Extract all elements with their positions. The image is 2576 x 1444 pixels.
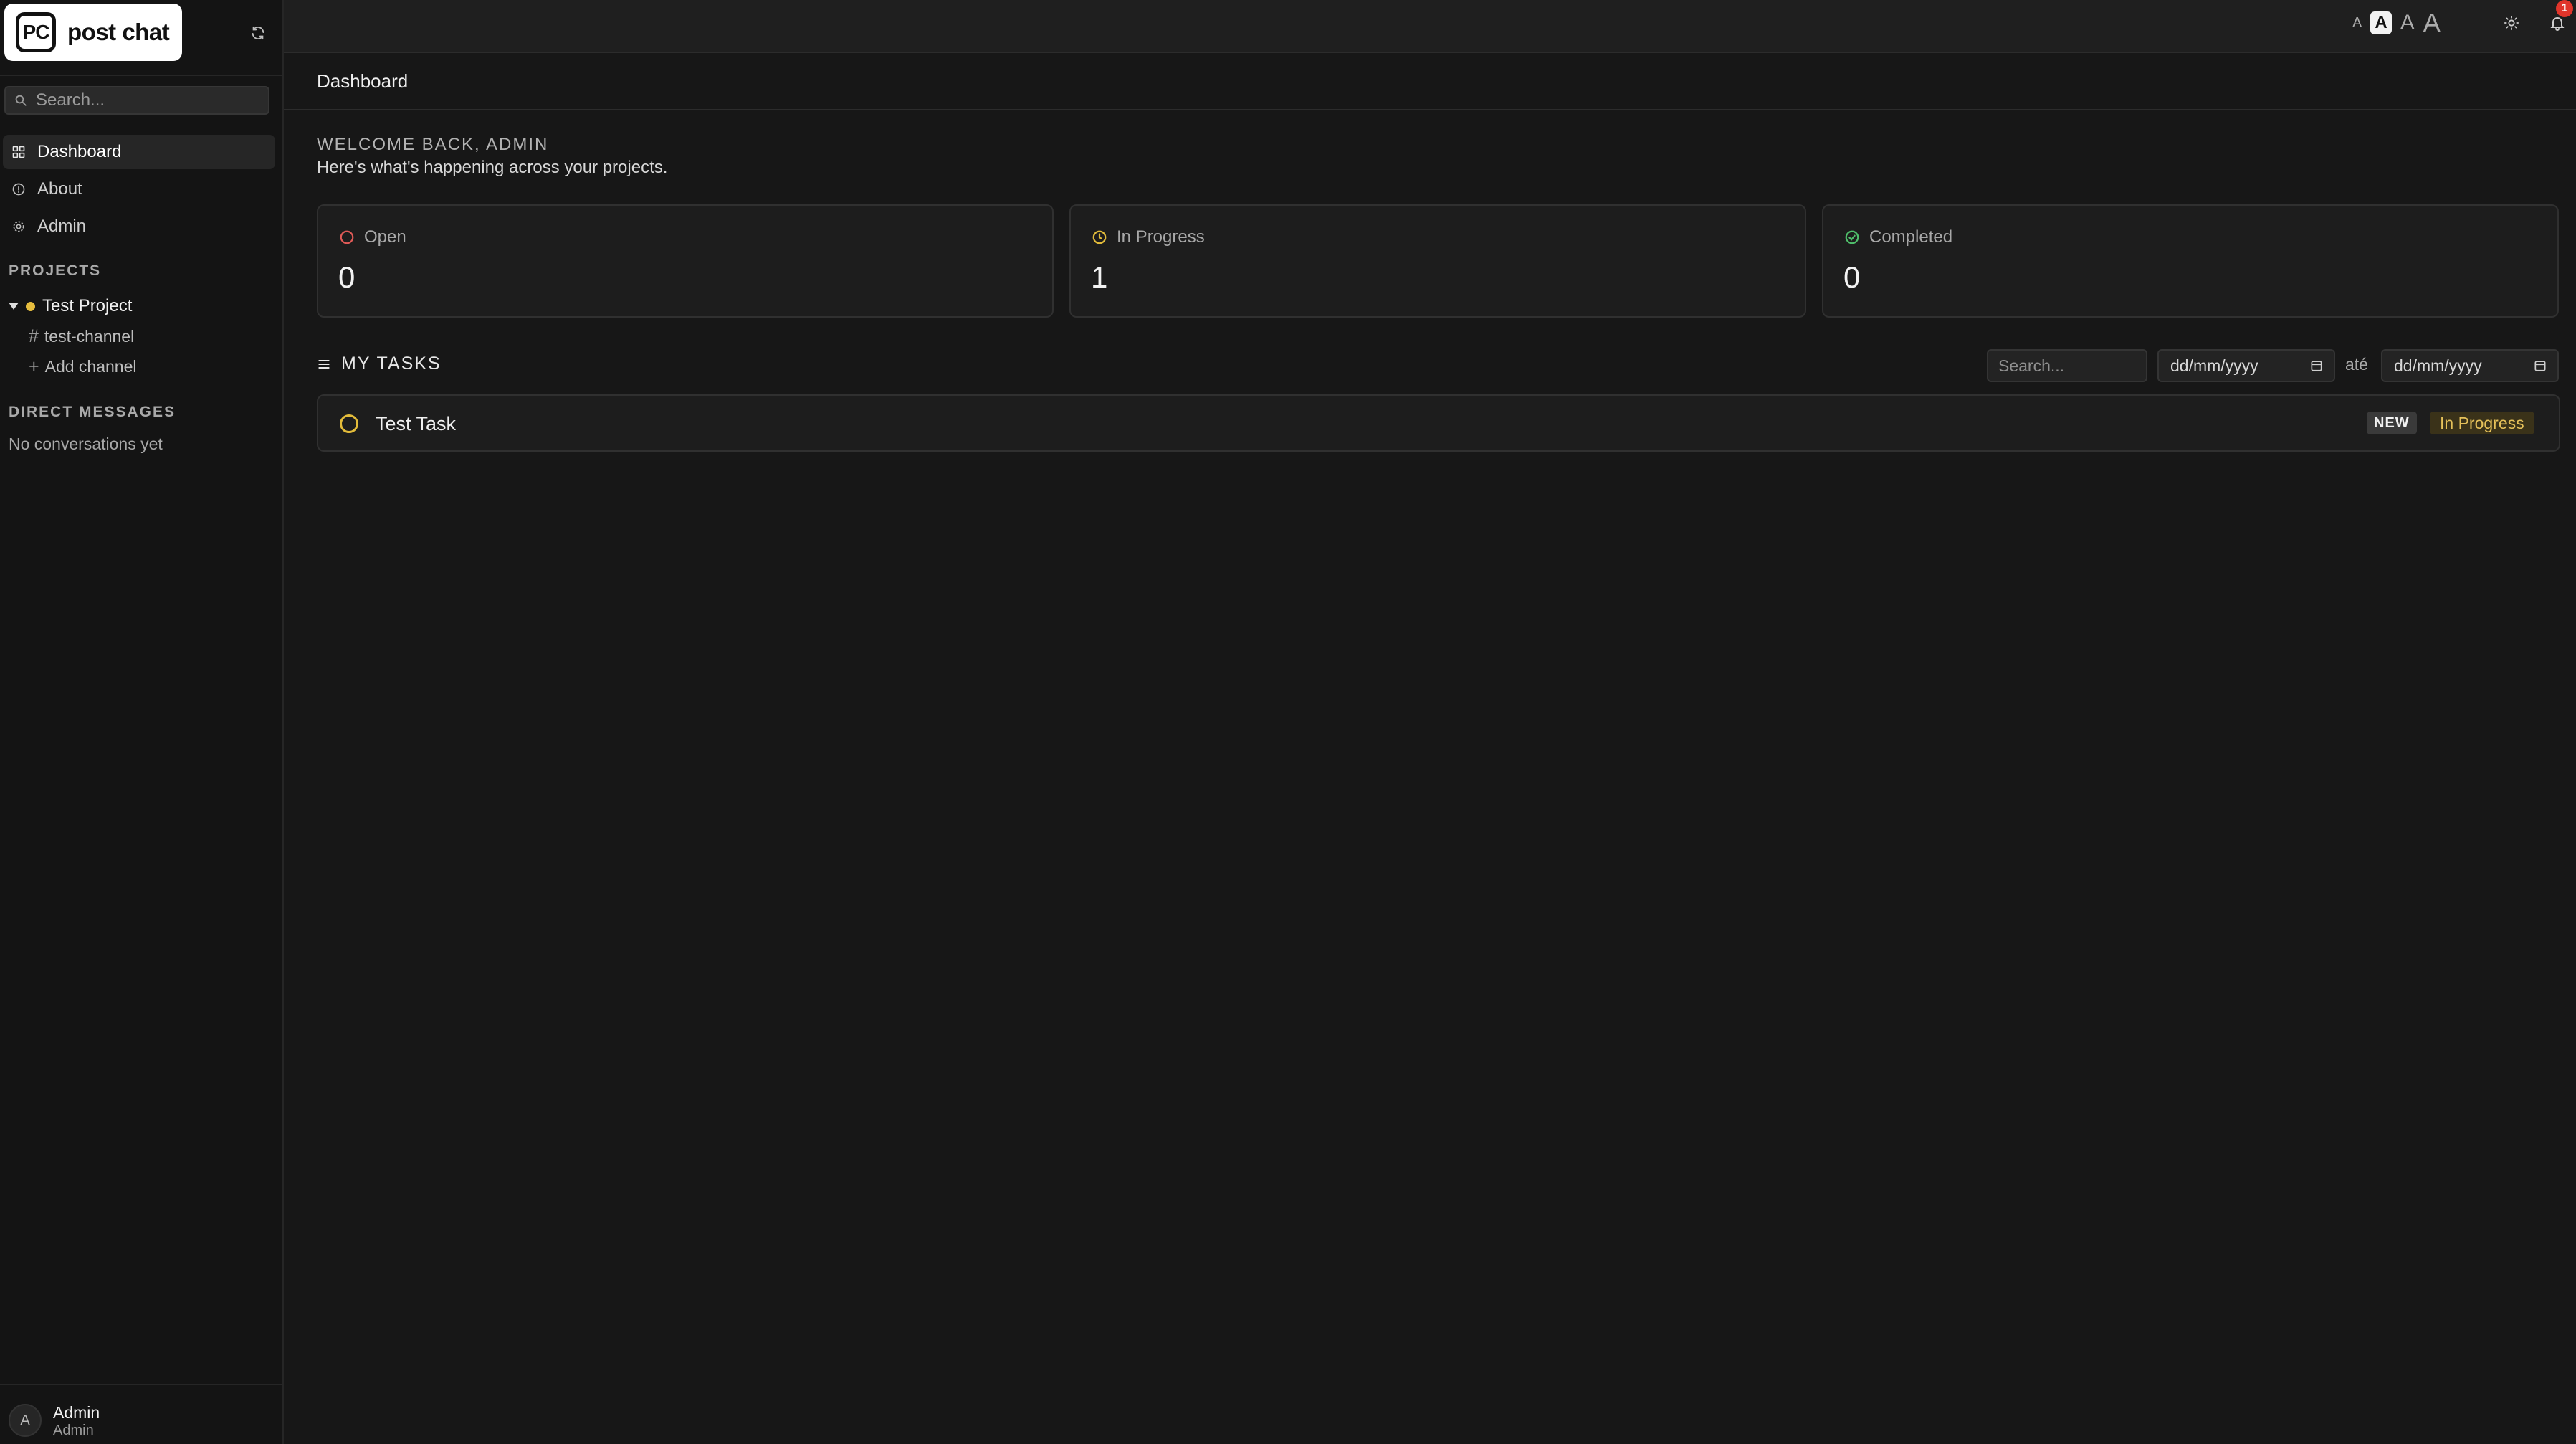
welcome-heading: WELCOME BACK, ADMIN bbox=[317, 135, 549, 154]
check-circle-icon bbox=[1843, 229, 1861, 246]
task-status-circle-icon bbox=[340, 414, 358, 433]
search-icon bbox=[15, 95, 27, 106]
sidebar-item-label: About bbox=[37, 179, 82, 199]
task-search-input[interactable] bbox=[1987, 349, 2147, 382]
stat-label: Open bbox=[364, 227, 406, 247]
stat-label: Completed bbox=[1869, 227, 1953, 247]
date-from-placeholder: dd/mm/yyyy bbox=[2170, 356, 2258, 375]
top-bar bbox=[284, 0, 2576, 53]
task-title: Test Task bbox=[376, 413, 457, 434]
stat-card-header: In Progress bbox=[1091, 227, 1205, 247]
logo-mark: PC bbox=[16, 12, 56, 52]
sidebar-divider bbox=[0, 75, 282, 76]
info-icon bbox=[10, 181, 27, 198]
stat-card-header: Completed bbox=[1843, 227, 1952, 247]
sidebar-item-label: Admin bbox=[37, 217, 87, 236]
circle-icon bbox=[338, 229, 356, 246]
user-name: Admin bbox=[53, 1403, 100, 1422]
welcome-subtitle: Here's what's happening across your proj… bbox=[317, 158, 668, 177]
user-role: Admin bbox=[53, 1422, 94, 1438]
sidebar-divider bbox=[0, 1384, 282, 1385]
plus-icon: + bbox=[29, 356, 39, 376]
my-tasks-heading: MY TASKS bbox=[317, 353, 442, 374]
user-info: Admin Admin bbox=[53, 1402, 100, 1438]
sidebar-item-dashboard[interactable]: Dashboard bbox=[3, 135, 275, 169]
refresh-icon bbox=[252, 26, 264, 40]
refresh-button[interactable] bbox=[245, 20, 271, 46]
projects-section-label: PROJECTS bbox=[9, 262, 102, 279]
sidebar-item-admin[interactable]: Admin bbox=[3, 209, 275, 244]
channel-name: test-channel bbox=[44, 326, 135, 346]
stat-value: 0 bbox=[1843, 260, 1861, 294]
date-to-field[interactable]: dd/mm/yyyy bbox=[2381, 349, 2559, 382]
status-badge: In Progress bbox=[2430, 412, 2534, 434]
clock-icon bbox=[1091, 229, 1108, 246]
notification-badge: 1 bbox=[2556, 0, 2573, 17]
channel-item-test-channel[interactable]: # test-channel bbox=[29, 324, 134, 348]
date-to-placeholder: dd/mm/yyyy bbox=[2394, 356, 2482, 375]
sidebar-item-about[interactable]: About bbox=[3, 172, 275, 206]
sun-icon bbox=[2504, 15, 2519, 31]
project-name: Test Project bbox=[42, 296, 133, 315]
stat-card-header: Open bbox=[338, 227, 406, 247]
grid-icon bbox=[10, 143, 27, 161]
caret-down-icon[interactable] bbox=[9, 303, 19, 310]
font-size-small-button[interactable]: A bbox=[2352, 10, 2362, 36]
no-conversations-text: No conversations yet bbox=[9, 434, 163, 453]
user-profile[interactable]: A Admin Admin bbox=[9, 1402, 100, 1438]
stat-label: In Progress bbox=[1117, 227, 1205, 247]
hash-icon: # bbox=[29, 326, 39, 346]
font-size-selector: A A A A bbox=[2352, 10, 2449, 36]
new-badge: NEW bbox=[2367, 412, 2417, 434]
calendar-icon[interactable] bbox=[2533, 358, 2547, 373]
page-title: Dashboard bbox=[317, 70, 409, 92]
add-channel-label: Add channel bbox=[44, 356, 137, 376]
stat-value: 0 bbox=[338, 260, 356, 294]
date-from-field[interactable]: dd/mm/yyyy bbox=[2157, 349, 2335, 382]
gear-icon bbox=[10, 218, 27, 235]
direct-messages-section-label: DIRECT MESSAGES bbox=[9, 404, 176, 420]
app-logo[interactable]: PC post chat bbox=[4, 4, 182, 61]
sidebar: PC post chat Dashboard About bbox=[0, 0, 284, 1444]
stat-card-open: Open 0 bbox=[317, 204, 1054, 318]
task-row[interactable]: Test Task NEW In Progress bbox=[317, 394, 2560, 452]
sidebar-search[interactable] bbox=[4, 86, 269, 115]
avatar: A bbox=[9, 1404, 42, 1437]
sidebar-item-label: Dashboard bbox=[37, 142, 122, 161]
font-size-xlarge-button[interactable]: A bbox=[2423, 10, 2441, 36]
project-item-test-project[interactable]: Test Project bbox=[9, 294, 132, 318]
stat-value: 1 bbox=[1091, 260, 1108, 294]
my-tasks-title: MY TASKS bbox=[341, 353, 442, 374]
logo-text: post chat bbox=[67, 19, 170, 45]
date-range-separator: até bbox=[2345, 355, 2368, 374]
sidebar-search-input[interactable] bbox=[34, 90, 267, 111]
list-icon bbox=[317, 357, 331, 371]
font-size-medium-button[interactable]: A bbox=[2370, 11, 2392, 34]
stat-card-in-progress: In Progress 1 bbox=[1069, 204, 1806, 318]
calendar-icon[interactable] bbox=[2309, 358, 2324, 373]
app-root: PC post chat Dashboard About bbox=[0, 0, 2576, 1444]
font-size-large-button[interactable]: A bbox=[2400, 10, 2415, 36]
add-channel-button[interactable]: + Add channel bbox=[29, 354, 137, 379]
breadcrumb: Dashboard bbox=[284, 53, 2576, 110]
theme-toggle-button[interactable] bbox=[2499, 10, 2524, 36]
stat-card-completed: Completed 0 bbox=[1822, 204, 2559, 318]
project-color-dot bbox=[26, 301, 35, 311]
